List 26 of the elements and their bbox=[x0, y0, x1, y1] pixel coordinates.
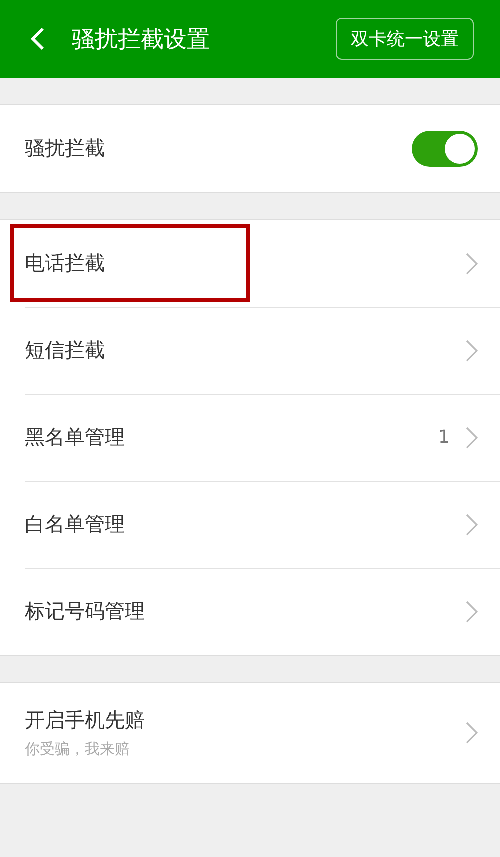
item-label: 白名单管理 bbox=[25, 511, 125, 538]
back-icon bbox=[30, 27, 46, 51]
menu-item[interactable]: 短信拦截 bbox=[0, 307, 500, 394]
item-label: 黑名单管理 bbox=[25, 424, 125, 451]
item-label: 电话拦截 bbox=[25, 250, 105, 277]
chevron-icon bbox=[466, 340, 478, 362]
item-label: 标记号码管理 bbox=[25, 598, 145, 625]
chevron-icon bbox=[466, 722, 478, 744]
chevron-icon bbox=[466, 426, 478, 448]
toggle-switch[interactable] bbox=[412, 130, 478, 166]
page-title: 骚扰拦截设置 bbox=[72, 26, 211, 54]
item-label: 短信拦截 bbox=[25, 337, 105, 364]
menu-item[interactable]: 电话拦截 bbox=[0, 220, 500, 307]
menu-item[interactable]: 白名单管理 bbox=[0, 481, 500, 568]
chevron-icon bbox=[466, 600, 478, 622]
back-button[interactable] bbox=[30, 27, 46, 51]
menu-item[interactable]: 黑名单管理 1 bbox=[0, 394, 500, 481]
chevron-icon bbox=[466, 252, 478, 274]
menu-item[interactable]: 标记号码管理 bbox=[0, 568, 500, 655]
menu-item[interactable]: 开启手机先赔 你受骗，我来赔 bbox=[0, 683, 500, 783]
item-label: 开启手机先赔 bbox=[25, 707, 145, 734]
setting-label: 骚扰拦截 bbox=[25, 135, 105, 162]
item-count: 1 bbox=[438, 427, 450, 448]
dual-sim-settings-button[interactable]: 双卡统一设置 bbox=[336, 18, 474, 60]
chevron-icon bbox=[466, 514, 478, 536]
item-subtitle: 你受骗，我来赔 bbox=[25, 740, 131, 759]
